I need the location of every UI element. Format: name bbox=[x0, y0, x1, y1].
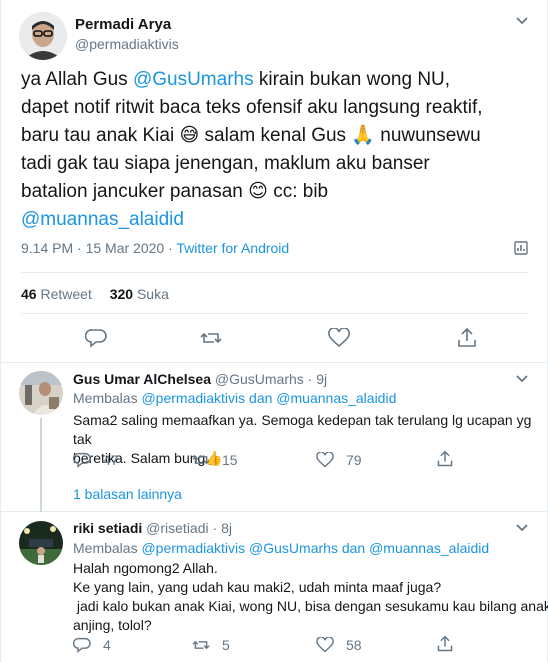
engagement-stats: 46 Retweet 320 Suka bbox=[21, 286, 169, 302]
divider bbox=[21, 313, 529, 314]
replying-to: Membalas @permadiaktivis dan @muannas_al… bbox=[73, 390, 396, 406]
reply-count: 4 bbox=[103, 637, 111, 653]
reply-avatar[interactable] bbox=[19, 521, 63, 565]
reply-count: 47 bbox=[103, 452, 119, 468]
share-icon bbox=[437, 635, 453, 652]
tweet-page: Permadi Arya @permadiaktivis ya Allah Gu… bbox=[0, 0, 548, 662]
reply-text: Sama2 saling memaafkan ya. Semoga kedepa… bbox=[73, 411, 533, 468]
replying-prefix: Membalas bbox=[73, 390, 142, 406]
tweet-text-segment: salam kenal Gus bbox=[199, 125, 352, 146]
chevron-down-icon[interactable] bbox=[515, 372, 529, 386]
like-icon[interactable] bbox=[328, 328, 350, 348]
tweet-text-segment: batalion jancuker panasan bbox=[21, 181, 249, 202]
replying-prefix: Membalas bbox=[73, 540, 142, 556]
author-name[interactable]: Permadi Arya bbox=[75, 16, 171, 33]
reply-author-handle[interactable]: @GusUmarhs bbox=[215, 371, 304, 387]
divider bbox=[21, 272, 529, 273]
like-count: 79 bbox=[346, 452, 362, 468]
tweet-source[interactable]: Twitter for Android bbox=[176, 240, 289, 256]
share-action[interactable] bbox=[436, 450, 454, 468]
reply-action[interactable]: 4 bbox=[73, 637, 111, 653]
reply-text-line: Ke yang lain, yang udah kau maki2, udah … bbox=[73, 579, 442, 595]
like-action[interactable]: 79 bbox=[316, 452, 362, 468]
share-icon bbox=[437, 450, 453, 467]
reply-tweet[interactable]: riki setiadi @risetiadi · 8j Membalas @p… bbox=[1, 513, 548, 662]
retweet-icon[interactable] bbox=[200, 328, 222, 348]
tweet-meta: 9.14 PM · 15 Mar 2020 · Twitter for Andr… bbox=[21, 240, 289, 256]
pray-emoji: 🙏 bbox=[351, 125, 376, 146]
reply-text-line: anjing, tolol? bbox=[73, 617, 152, 633]
reply-icon[interactable] bbox=[85, 328, 107, 348]
tweet-text-segment: nuwunsewu bbox=[375, 125, 481, 146]
tweet-text-line: dapet notif ritwit baca teks ofensif aku… bbox=[21, 97, 483, 118]
like-action[interactable]: 58 bbox=[316, 637, 362, 653]
like-icon bbox=[316, 452, 334, 468]
retweet-count: 5 bbox=[222, 637, 230, 653]
reply-header: Gus Umar AlChelsea @GusUmarhs · 9j bbox=[73, 371, 328, 387]
retweet-icon bbox=[192, 455, 210, 465]
retweet-icon bbox=[192, 640, 210, 650]
reply-text-line: Halah ngomong2 Allah. bbox=[73, 560, 218, 576]
reply-avatar[interactable] bbox=[19, 371, 63, 415]
author-avatar[interactable] bbox=[19, 12, 67, 60]
retweet-action[interactable]: 5 bbox=[192, 637, 230, 653]
main-tweet: Permadi Arya @permadiaktivis ya Allah Gu… bbox=[1, 0, 548, 363]
like-count: 320 bbox=[109, 286, 134, 302]
retweet-stat[interactable]: 46 Retweet bbox=[21, 286, 92, 302]
more-replies-link[interactable]: 1 balasan lainnya bbox=[73, 486, 182, 502]
reply-tweet[interactable]: Gus Umar AlChelsea @GusUmarhs · 9j Memba… bbox=[1, 364, 548, 512]
timestamp[interactable]: 9.14 PM · 15 Mar 2020 · bbox=[21, 240, 176, 256]
share-action[interactable] bbox=[436, 635, 454, 653]
reply-text-line: jadi kalo bukan anak Kiai, wong NU, bisa… bbox=[73, 598, 548, 614]
reply-time[interactable]: 9j bbox=[316, 371, 327, 387]
reply-action[interactable]: 47 bbox=[73, 452, 119, 468]
reply-author-handle[interactable]: @risetiadi bbox=[146, 520, 208, 536]
tweet-text-line: tadi gak tau siapa jenengan, maklum aku … bbox=[21, 153, 430, 174]
retweet-count: 15 bbox=[222, 452, 238, 468]
reply-text: Halah ngomong2 Allah. Ke yang lain, yang… bbox=[73, 559, 548, 635]
replying-to: Membalas @permadiaktivis @GusUmarhs dan … bbox=[73, 540, 489, 556]
replying-to-mentions[interactable]: @permadiaktivis dan @muannas_alaidid bbox=[141, 390, 396, 406]
like-icon bbox=[316, 637, 334, 653]
reply-author-name[interactable]: Gus Umar AlChelsea bbox=[73, 371, 211, 387]
author-handle[interactable]: @permadiaktivis bbox=[75, 36, 179, 52]
like-label: Suka bbox=[136, 286, 169, 302]
reply-author-name[interactable]: riki setiadi bbox=[73, 520, 142, 536]
like-count: 58 bbox=[346, 637, 362, 653]
reply-icon bbox=[73, 452, 91, 468]
analytics-icon[interactable] bbox=[513, 240, 529, 256]
reply-header: riki setiadi @risetiadi · 8j bbox=[73, 520, 232, 536]
replying-to-mentions[interactable]: @permadiaktivis @GusUmarhs dan @muannas_… bbox=[141, 540, 489, 556]
chevron-down-icon[interactable] bbox=[515, 14, 529, 28]
share-icon[interactable] bbox=[456, 327, 478, 349]
tweet-text: ya Allah Gus @GusUmarhs kirain bukan won… bbox=[21, 66, 531, 234]
mention-gusumarhs[interactable]: @GusUmarhs bbox=[133, 69, 254, 90]
tweet-text-segment: kirain bukan wong NU, bbox=[253, 69, 451, 90]
sweat-smile-emoji: 😅 bbox=[179, 125, 200, 146]
retweet-action[interactable]: 15 bbox=[192, 452, 238, 468]
reply-icon bbox=[73, 637, 91, 653]
tweet-text-segment: baru tau anak Kiai bbox=[21, 125, 180, 146]
tweet-text-segment: cc: bib bbox=[267, 181, 329, 202]
mention-muannas[interactable]: @muannas_alaidid bbox=[21, 206, 531, 234]
chevron-down-icon[interactable] bbox=[515, 521, 529, 535]
smile-emoji: 😊 bbox=[248, 181, 268, 202]
retweet-count: 46 bbox=[21, 286, 37, 302]
reply-text-line: Sama2 saling memaafkan ya. Semoga kedepa… bbox=[73, 412, 532, 447]
tweet-text-segment: ya Allah Gus bbox=[21, 69, 133, 90]
reply-time[interactable]: 8j bbox=[221, 520, 232, 536]
thread-line bbox=[40, 418, 42, 512]
retweet-label: Retweet bbox=[40, 286, 92, 302]
like-stat[interactable]: 320 Suka bbox=[110, 286, 169, 302]
